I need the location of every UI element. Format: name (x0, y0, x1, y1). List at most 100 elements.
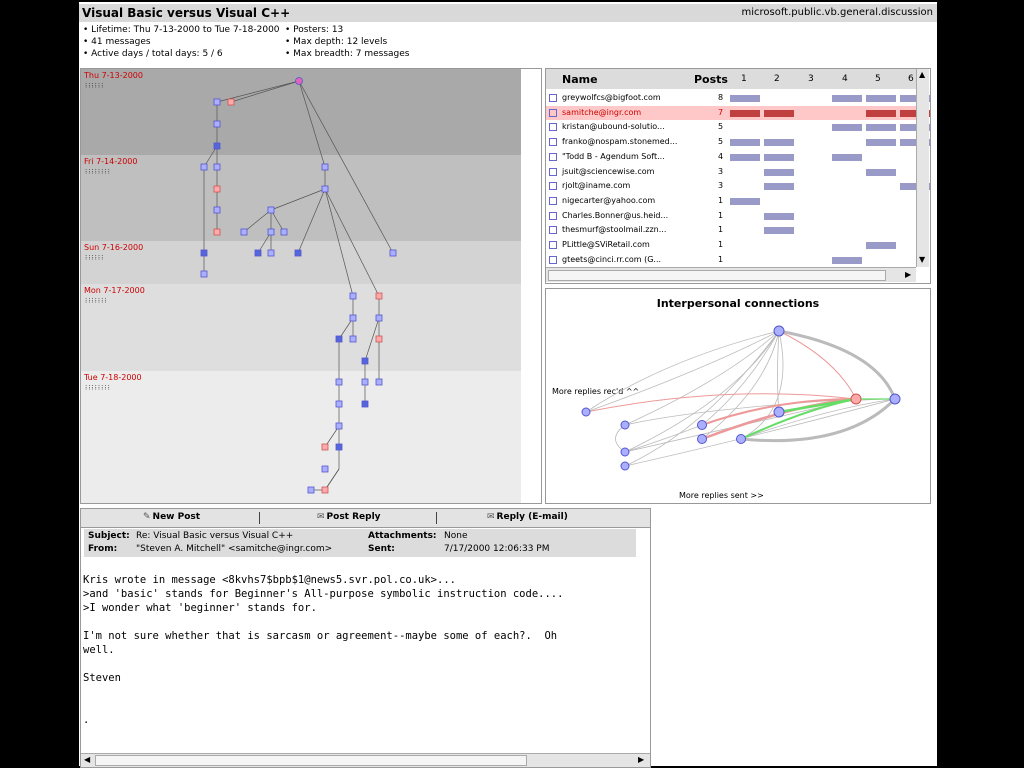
post-reply-label: Post Reply (326, 512, 381, 522)
poster-name: Charles.Bonner@us.heid... (562, 210, 669, 220)
poster-row[interactable]: jsuit@sciencewise.com 3 (546, 165, 916, 179)
post-reply-button[interactable]: ✉ Post Reply (317, 512, 381, 522)
stat-max-depth: • Max depth: 12 levels (285, 37, 388, 47)
poster-row[interactable]: greywolfcs@bigfoot.com 8 (546, 91, 930, 105)
posters-vertical-scrollbar[interactable]: ▲ ▼ (916, 69, 929, 267)
scroll-left-icon[interactable]: ◀ (84, 755, 90, 764)
poster-node (736, 434, 746, 444)
column-header-day: 4 (842, 74, 848, 84)
poster-checkbox[interactable] (549, 226, 557, 235)
message-body[interactable]: Kris wrote in message <8kvhs7$bpb$1@news… (83, 573, 643, 727)
poster-row[interactable]: franko@nospam.stonemed... 5 (546, 135, 930, 149)
reply-email-button[interactable]: ✉ Reply (E-mail) (487, 512, 568, 522)
message-horizontal-scrollbar[interactable]: ◀ ▶ (81, 753, 650, 767)
stat-max-breadth: • Max breadth: 7 messages (285, 49, 410, 59)
scroll-thumb[interactable] (95, 755, 527, 766)
poster-node (620, 461, 630, 471)
activity-bar (832, 95, 862, 102)
poster-name: "Todd B - Agendum Soft... (562, 151, 665, 161)
from-value: "Steven A. Mitchell" <samitche@ingr.com> (136, 544, 333, 554)
attachments-value: None (444, 531, 468, 541)
poster-row[interactable]: nigecarter@yahoo.com 1 (546, 194, 916, 208)
thread-tree-graph[interactable] (81, 69, 541, 503)
title-bar: Visual Basic versus Visual C++ microsoft… (79, 4, 937, 22)
poster-post-count: 1 (718, 240, 724, 249)
poster-checkbox[interactable] (549, 108, 557, 117)
poster-node-selected (850, 393, 862, 405)
activity-bar (764, 183, 794, 191)
newsgroup-name: microsoft.public.vb.general.discussion (741, 7, 933, 18)
app-window: Visual Basic versus Visual C++ microsoft… (79, 2, 937, 768)
toolbar-separator (436, 512, 437, 524)
column-header-day: 6 (908, 74, 914, 84)
posters-horizontal-scrollbar[interactable]: ▶ (546, 267, 916, 282)
column-header-name[interactable]: Name (562, 73, 598, 86)
message-header: Subject: Re: Visual Basic versus Visual … (84, 529, 636, 557)
posters-list-panel[interactable]: Name Posts 1 2 3 4 5 6 greywolfcs@bigfoo… (545, 68, 931, 284)
poster-post-count: 1 (718, 254, 724, 264)
scroll-thumb[interactable] (548, 270, 886, 281)
poster-post-count: 3 (718, 181, 724, 191)
poster-checkbox[interactable] (549, 241, 557, 249)
thread-tree-panel[interactable]: Thu 7-13-2000 ⁝⁝⁝⁝⁝⁝ Fri 7-14-2000 ⁝⁝⁝⁝⁝… (80, 68, 542, 504)
activity-bar (730, 153, 760, 161)
activity-bar (730, 109, 760, 117)
activity-bar (866, 124, 896, 132)
poster-name: PLittle@SViRetail.com (562, 240, 650, 249)
new-post-label: New Post (152, 512, 201, 522)
activity-bar (832, 124, 862, 132)
activity-bar (730, 139, 760, 147)
poster-checkbox[interactable] (549, 196, 557, 205)
poster-checkbox[interactable] (549, 167, 557, 176)
poster-checkbox[interactable] (549, 94, 557, 102)
new-post-button[interactable]: ✎ New Post (143, 512, 200, 522)
posters-list-header: Name Posts 1 2 3 4 5 6 (546, 69, 916, 89)
poster-node (620, 420, 630, 430)
activity-bar (866, 242, 896, 249)
scroll-up-icon[interactable]: ▲ (919, 70, 925, 79)
stat-messages: • 41 messages (83, 37, 151, 47)
thread-stats-left: • Lifetime: Thu 7-13-2000 to Tue 7-18-20… (83, 24, 280, 60)
poster-node (773, 325, 785, 337)
message-toolbar: ✎ New Post ✉ Post Reply ✉ Reply (E-mail) (81, 509, 650, 528)
poster-row[interactable]: PLittle@SViRetail.com 1 (546, 238, 916, 252)
poster-row[interactable]: thesmurf@stoolmail.zzn... 1 (546, 223, 916, 237)
scroll-down-icon[interactable]: ▼ (919, 255, 925, 264)
reply-email-icon: ✉ (487, 512, 495, 522)
poster-post-count: 7 (718, 107, 724, 117)
reply-email-label: Reply (E-mail) (496, 512, 568, 522)
poster-row[interactable]: samitche@ingr.com 7 (546, 105, 930, 120)
activity-bar (764, 227, 794, 235)
activity-bar (764, 153, 794, 161)
sent-value: 7/17/2000 12:06:33 PM (444, 544, 550, 554)
scroll-right-icon[interactable]: ▶ (638, 755, 644, 764)
poster-row[interactable]: "Todd B - Agendum Soft... 4 (546, 150, 916, 164)
poster-row[interactable]: gteets@cinci.rr.com (G... 1 (546, 253, 916, 267)
scroll-right-icon[interactable]: ▶ (905, 270, 911, 279)
poster-row[interactable]: kristan@ubound-solutio... 5 (546, 120, 930, 134)
poster-checkbox[interactable] (549, 182, 557, 191)
activity-bar (764, 212, 794, 220)
poster-name: thesmurf@stoolmail.zzn... (562, 225, 667, 235)
poster-checkbox[interactable] (549, 152, 557, 161)
connections-panel[interactable]: Interpersonal connections More replies r… (545, 288, 931, 504)
activity-bar (866, 95, 896, 102)
column-header-day: 2 (774, 74, 780, 84)
poster-checkbox[interactable] (549, 138, 557, 147)
connections-graph[interactable] (546, 289, 930, 503)
poster-row[interactable]: rjolt@iname.com 3 (546, 179, 930, 193)
poster-checkbox[interactable] (549, 255, 557, 264)
poster-node (620, 447, 630, 457)
column-header-posts[interactable]: Posts (694, 73, 728, 86)
poster-node (697, 420, 707, 430)
activity-bar (730, 95, 760, 102)
toolbar-separator (259, 512, 260, 524)
attachments-label: Attachments: (368, 531, 437, 541)
poster-checkbox[interactable] (549, 211, 557, 220)
from-label: From: (88, 544, 118, 554)
poster-row[interactable]: Charles.Bonner@us.heid... 1 (546, 209, 916, 223)
poster-node (773, 406, 785, 418)
poster-checkbox[interactable] (549, 123, 557, 132)
activity-bar (832, 153, 862, 161)
activity-bar (832, 256, 862, 264)
